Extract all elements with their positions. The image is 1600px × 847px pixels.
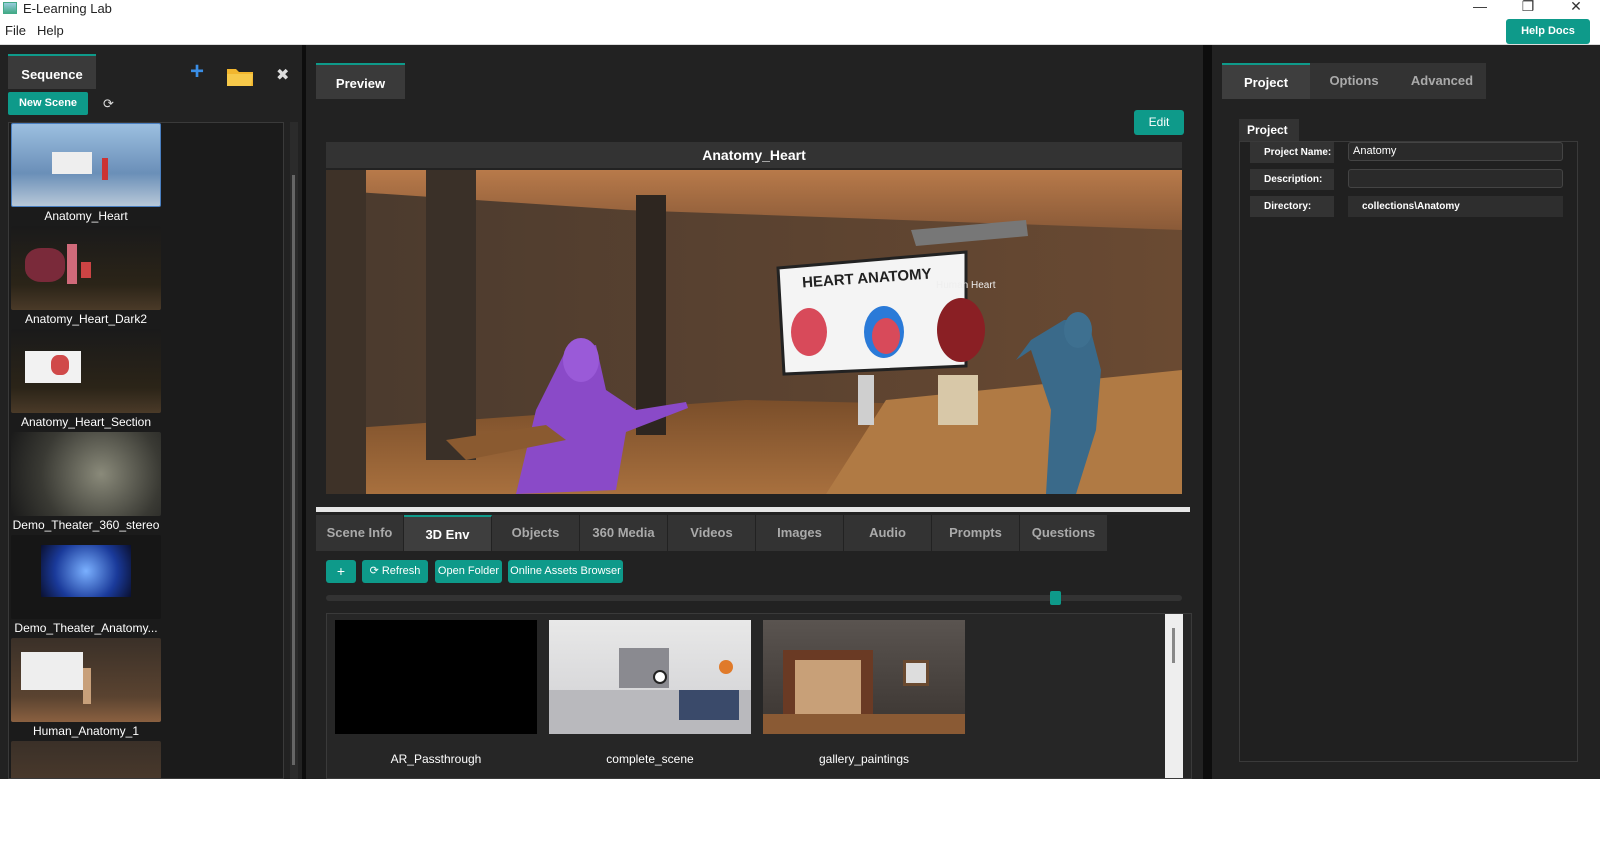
close-icon[interactable]: ✖ (276, 65, 289, 85)
model-label: Human Heart (936, 280, 996, 291)
scene-label: Anatomy_Heart (44, 209, 128, 223)
asset-label: gallery_paintings (818, 752, 910, 766)
sequence-scrollbar[interactable] (292, 175, 295, 765)
menu-bar: File Help Help Docs (0, 16, 1600, 45)
scene-thumbnail (11, 535, 161, 619)
sequence-panel: Sequence + ✖ New Scene ⟳ Anatomy_Heart A… (0, 45, 302, 779)
tab-preview[interactable]: Preview (316, 63, 405, 99)
tab-questions[interactable]: Questions (1020, 515, 1108, 551)
description-field[interactable] (1348, 169, 1563, 188)
tab-videos[interactable]: Videos (668, 515, 756, 551)
minimize-button[interactable]: — (1456, 0, 1504, 15)
asset-thumbnail (763, 620, 965, 734)
scene-thumbnail (11, 638, 161, 722)
tab-scene-info[interactable]: Scene Info (316, 515, 404, 551)
scene-thumbnail (11, 741, 161, 778)
scene-label: Human_Anatomy_1 (32, 724, 140, 738)
asset-label: AR_Passthrough (390, 752, 482, 766)
list-item[interactable] (11, 741, 161, 778)
asset-item[interactable]: gallery_paintings (763, 620, 965, 770)
panel-divider[interactable] (316, 507, 1190, 512)
sequence-list: Anatomy_Heart Anatomy_Heart_Dark2 Anatom… (8, 122, 284, 779)
tab-advanced[interactable]: Advanced (1398, 63, 1486, 99)
scene-thumbnail (11, 226, 161, 310)
scene-label: Anatomy_Heart_Dark2 (24, 312, 148, 326)
online-assets-browser-button[interactable]: Online Assets Browser (508, 560, 623, 583)
list-item[interactable]: Anatomy_Heart (11, 123, 161, 226)
tab-audio[interactable]: Audio (844, 515, 932, 551)
slider-handle[interactable] (1050, 591, 1061, 605)
open-folder-button[interactable]: Open Folder (435, 560, 502, 583)
scene-thumbnail (11, 432, 161, 516)
asset-tabs: Scene Info 3D Env Objects 360 Media Vide… (316, 515, 1108, 551)
asset-thumbnail (335, 620, 537, 734)
menu-file[interactable]: File (5, 23, 26, 38)
project-name-field[interactable]: Anatomy (1348, 142, 1563, 161)
project-name-label: Project Name: (1250, 142, 1334, 163)
edit-button[interactable]: Edit (1134, 110, 1184, 135)
menu-help[interactable]: Help (37, 23, 64, 38)
restore-button[interactable]: ❐ (1504, 0, 1552, 15)
tab-sequence[interactable]: Sequence (8, 54, 96, 89)
help-docs-button[interactable]: Help Docs (1506, 19, 1590, 44)
scene-label: Demo_Theater_360_stereo (12, 518, 160, 532)
new-scene-button[interactable]: New Scene (8, 92, 88, 115)
list-item[interactable]: Human_Anatomy_1 (11, 638, 161, 741)
preview-panel: Preview Edit Anatomy_Heart HEART ANATOMY… (306, 45, 1203, 779)
app-body: Sequence + ✖ New Scene ⟳ Anatomy_Heart A… (0, 45, 1600, 779)
scene-label: Anatomy_Heart_Section (20, 415, 152, 429)
add-icon[interactable]: + (190, 60, 210, 84)
asset-grid: AR_Passthrough complete_scene gallery_pa… (326, 613, 1192, 779)
tab-options[interactable]: Options (1310, 63, 1398, 99)
asset-thumbnail (549, 620, 751, 734)
asset-scrollbar[interactable] (1172, 628, 1175, 663)
refresh-button[interactable]: ⟳ Refresh (362, 560, 428, 583)
list-item[interactable]: Anatomy_Heart_Section (11, 329, 161, 432)
tab-images[interactable]: Images (756, 515, 844, 551)
asset-label: complete_scene (606, 752, 694, 766)
list-item[interactable]: Demo_Theater_360_stereo (11, 432, 161, 535)
asset-item[interactable]: complete_scene (549, 620, 751, 770)
list-item[interactable]: Anatomy_Heart_Dark2 (11, 226, 161, 329)
directory-value: collections\Anatomy (1348, 196, 1563, 217)
directory-label: Directory: (1250, 196, 1334, 217)
folder-icon[interactable] (226, 65, 254, 87)
properties-panel: Project Options Advanced Project Project… (1212, 45, 1600, 779)
refresh-icon[interactable]: ⟳ (103, 96, 114, 112)
scene-thumbnail (11, 123, 161, 207)
tab-360-media[interactable]: 360 Media (580, 515, 668, 551)
tab-prompts[interactable]: Prompts (932, 515, 1020, 551)
tab-project[interactable]: Project (1222, 63, 1310, 99)
scene-preview-image[interactable]: HEART ANATOMY Human Heart (326, 170, 1182, 494)
project-form: Project Name: Anatomy Description: Direc… (1239, 141, 1578, 762)
scene-label: Demo_Theater_Anatomy... (14, 621, 158, 635)
title-bar: E-Learning Lab — ❐ ✕ (0, 0, 1600, 16)
add-asset-button[interactable]: + (326, 560, 356, 583)
project-section-tab: Project (1239, 119, 1299, 141)
window-title: E-Learning Lab (23, 0, 112, 16)
tab-3d-env[interactable]: 3D Env (404, 515, 492, 551)
close-window-button[interactable]: ✕ (1552, 0, 1600, 15)
list-item[interactable]: Demo_Theater_Anatomy... (11, 535, 161, 638)
asset-item[interactable]: AR_Passthrough (335, 620, 537, 770)
description-label: Description: (1250, 169, 1334, 190)
tab-objects[interactable]: Objects (492, 515, 580, 551)
scene-thumbnail (11, 329, 161, 413)
scene-title: Anatomy_Heart (326, 142, 1182, 168)
app-icon (3, 2, 17, 14)
